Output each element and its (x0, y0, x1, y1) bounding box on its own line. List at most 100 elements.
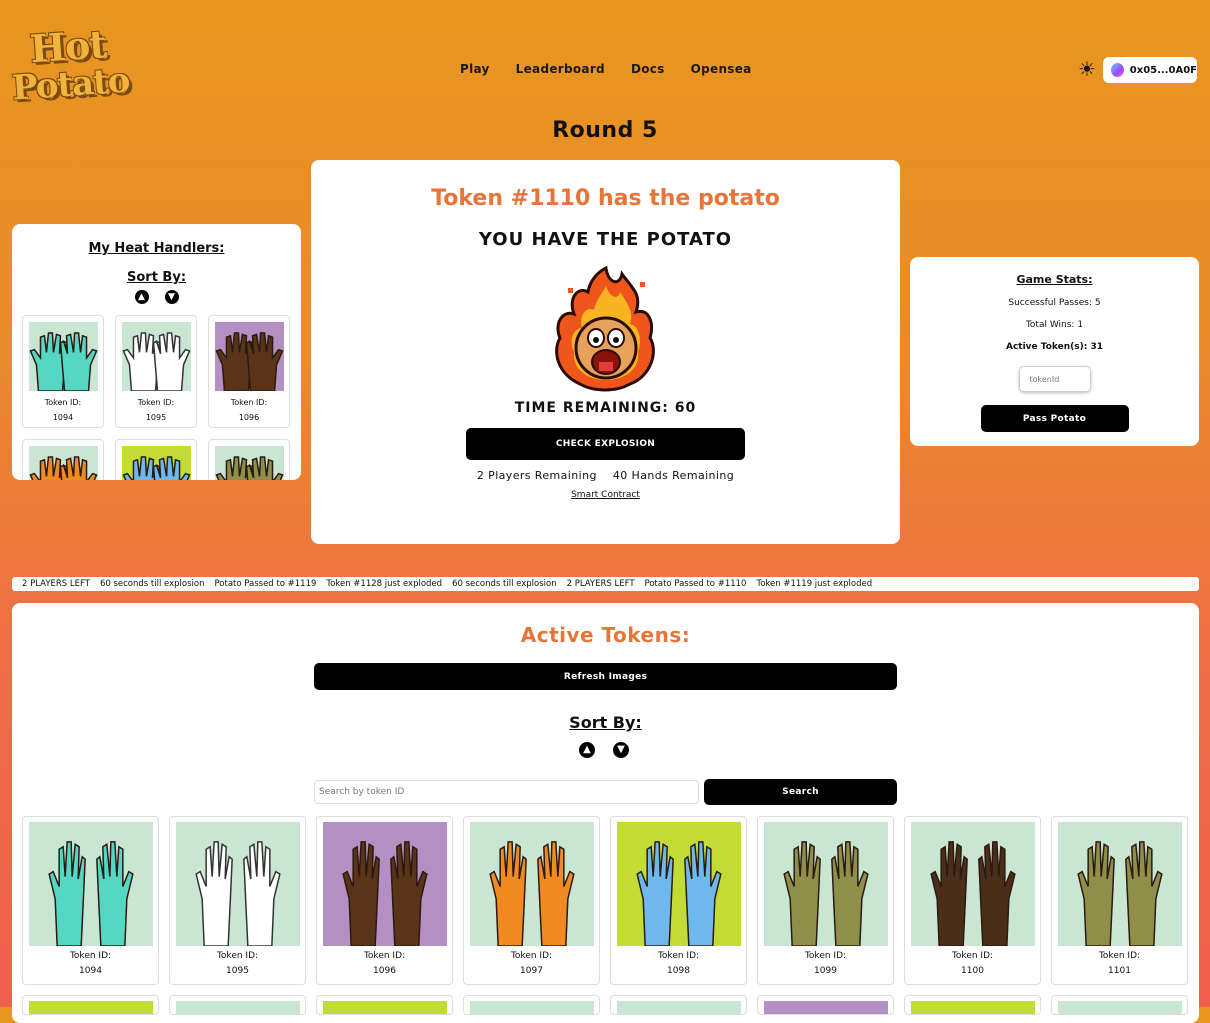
token-hands-image (1057, 1001, 1182, 1014)
heat-handlers-panel: My Heat Handlers: Sort By: ▲ ▼ Token ID:… (12, 224, 301, 480)
token-id-label: Token ID: 1095 (216, 951, 259, 976)
nav-docs[interactable]: Docs (631, 62, 665, 76)
active-token-card[interactable] (463, 995, 600, 1015)
active-token-card[interactable] (22, 995, 159, 1015)
token-hands-image (121, 322, 191, 392)
active-token-card[interactable] (1051, 995, 1188, 1015)
active-token-card[interactable]: Token ID: 1097 (463, 816, 600, 985)
heat-handler-card[interactable] (115, 439, 197, 480)
total-wins: Total Wins: 1 (1025, 320, 1084, 330)
potato-status-text: YOU HAVE THE POTATO (478, 229, 733, 250)
token-hands-image (322, 1001, 447, 1014)
flaming-potato-icon (546, 264, 666, 394)
active-tokens-count: Active Token(s): 31 (1005, 342, 1103, 352)
search-button[interactable]: Search (704, 779, 897, 805)
ticker-message: 60 seconds till explosion (99, 579, 205, 589)
active-sort-by-label: Sort By: (569, 713, 642, 732)
active-token-card[interactable] (904, 995, 1041, 1015)
heat-handler-card[interactable]: Token ID: 1096 (208, 315, 290, 428)
active-token-card[interactable]: Token ID: 1094 (22, 816, 159, 985)
ticker-message: Token #1128 just exploded (326, 579, 443, 589)
active-token-card[interactable]: Token ID: 1098 (610, 816, 747, 985)
time-remaining: TIME REMAINING: 60 (514, 400, 697, 416)
token-hands-image (910, 1001, 1035, 1014)
active-tokens-panel: Active Tokens: Refresh Images Sort By: ▲… (12, 603, 1199, 1023)
heat-handler-card[interactable] (22, 439, 104, 480)
active-token-card[interactable] (169, 995, 306, 1015)
token-hands-image (322, 822, 447, 947)
active-token-card[interactable]: Token ID: 1095 (169, 816, 306, 985)
ticker-message: Token #1119 just exploded (756, 579, 873, 589)
sort-descending-icon[interactable]: ▼ (164, 290, 179, 304)
token-hands-image (763, 1001, 888, 1014)
search-token-input[interactable]: Search by token ID (314, 780, 699, 804)
token-hands-image (214, 446, 284, 480)
token-id-label: Token ID: 1094 (69, 951, 112, 976)
game-stats-panel: Game Stats: Successful Passes: 5 Total W… (910, 257, 1199, 446)
token-id-label: Token ID: 1100 (951, 951, 994, 976)
nav-opensea[interactable]: Opensea (691, 62, 752, 76)
token-id-input[interactable]: tokenId (1018, 366, 1091, 392)
nav-play[interactable]: Play (460, 62, 490, 76)
potato-status-card: Token #1110 has the potato YOU HAVE THE … (311, 160, 900, 544)
token-id-label: Token ID: 1095 (137, 398, 175, 422)
potato-holder-text: Token #1110 has the potato (431, 186, 780, 211)
token-id-label: Token ID: 1096 (230, 398, 268, 422)
active-token-card[interactable] (316, 995, 453, 1015)
token-hands-image (28, 822, 153, 947)
token-hands-image (910, 822, 1035, 947)
token-hands-image (175, 822, 300, 947)
token-id-label: Token ID: 1098 (657, 951, 700, 976)
successful-passes: Successful Passes: 5 (1008, 298, 1101, 308)
token-id-label: Token ID: 1099 (804, 951, 847, 976)
active-token-card[interactable] (610, 995, 747, 1015)
active-token-card[interactable] (757, 995, 894, 1015)
hands-remaining: 40 Hands Remaining (612, 469, 735, 482)
token-hands-image (28, 1001, 153, 1014)
active-token-card[interactable]: Token ID: 1096 (316, 816, 453, 985)
heat-handler-card[interactable] (208, 439, 290, 480)
check-explosion-button[interactable]: CHECK EXPLOSION (466, 428, 745, 460)
token-hands-image (28, 446, 98, 480)
refresh-images-button[interactable]: Refresh Images (314, 663, 897, 690)
token-id-label: Token ID: 1101 (1098, 951, 1141, 976)
active-token-card[interactable]: Token ID: 1101 (1051, 816, 1188, 985)
active-tokens-grid: Token ID: 1094 Token ID: 1095 Token ID: 109… (22, 816, 1188, 1015)
active-token-card[interactable]: Token ID: 1099 (757, 816, 894, 985)
smart-contract-link[interactable]: Smart Contract (311, 490, 900, 500)
ticker-message: Potato Passed to #1110 (644, 579, 747, 589)
game-stats-title: Game Stats: (1016, 273, 1093, 286)
heat-handler-card[interactable]: Token ID: 1095 (115, 315, 197, 428)
token-hands-image (469, 822, 594, 947)
sun-icon[interactable]: ☀ (1076, 58, 1098, 80)
token-hands-image (469, 1001, 594, 1014)
wallet-address: 0x05...0A0F (1129, 64, 1197, 76)
sort-ascending-icon[interactable]: ▲ (134, 290, 149, 304)
heat-handlers-title: My Heat Handlers: (88, 241, 225, 256)
sort-descending-icon[interactable]: ▼ (613, 742, 629, 758)
token-id-label: Token ID: 1097 (510, 951, 553, 976)
token-id-label: Token ID: 1094 (44, 398, 82, 422)
heat-handlers-grid: Token ID: 1094 Token ID: 1095 Token ID: 109… (22, 315, 290, 480)
ticker-message: 60 seconds till explosion (452, 579, 557, 589)
token-hands-image (175, 1001, 300, 1014)
token-hands-image (616, 822, 741, 947)
token-hands-image (28, 322, 98, 392)
active-tokens-title: Active Tokens: (520, 623, 691, 647)
active-token-card[interactable]: Token ID: 1100 (904, 816, 1041, 985)
token-hands-image (763, 822, 888, 947)
event-ticker: 2 PLAYERS LEFT 60 seconds till explosion P… (12, 577, 1199, 591)
ticker-message: 2 PLAYERS LEFT (566, 579, 635, 589)
players-remaining: 2 Players Remaining (476, 469, 597, 482)
token-hands-image (214, 322, 284, 392)
token-hands-image (121, 446, 191, 480)
pass-potato-button[interactable]: Pass Potato (980, 405, 1129, 432)
sort-ascending-icon[interactable]: ▲ (579, 742, 595, 758)
nav-leaderboard[interactable]: Leaderboard (516, 62, 605, 76)
token-hands-image (1057, 822, 1182, 947)
heat-handler-card[interactable]: Token ID: 1094 (22, 315, 104, 428)
hot-potato-logo[interactable]: Hot Potato (11, 21, 131, 112)
round-title: Round 5 (552, 118, 658, 143)
sort-by-label: Sort By: (126, 270, 187, 285)
wallet-button[interactable]: 0x05...0A0F (1103, 57, 1197, 83)
